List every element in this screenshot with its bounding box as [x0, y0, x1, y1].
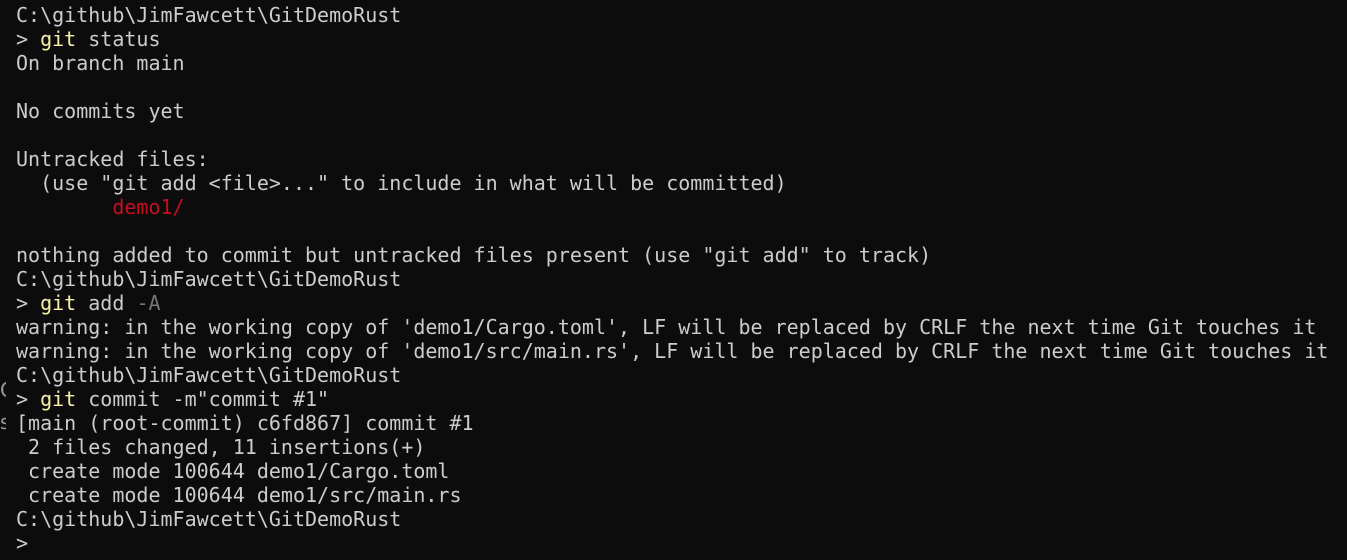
- background-window-fragment: s: [0, 410, 6, 434]
- output-line: 2 files changed, 11 insertions(+): [16, 435, 426, 459]
- command-args: status: [76, 27, 161, 51]
- untracked-file-name: demo1/: [112, 195, 185, 219]
- command-flag: -A: [136, 291, 161, 315]
- output-line: Untracked files:: [16, 147, 209, 171]
- output-line: nothing added to commit but untracked fi…: [16, 243, 932, 267]
- output-line: warning: in the working copy of 'demo1/C…: [16, 315, 1317, 339]
- output-line: create mode 100644 demo1/Cargo.toml: [16, 459, 450, 483]
- command-name: git: [40, 27, 77, 51]
- output-line: warning: in the working copy of 'demo1/s…: [16, 339, 1329, 363]
- prompt-symbol: >: [16, 291, 41, 315]
- output-line: No commits yet: [16, 99, 185, 123]
- prompt-path-line: C:\github\JimFawcett\GitDemoRust: [16, 267, 402, 291]
- prompt-symbol: >: [16, 387, 41, 411]
- command-name: git: [40, 387, 77, 411]
- prompt-path-line: C:\github\JimFawcett\GitDemoRust: [16, 3, 402, 27]
- command-args: add: [76, 291, 137, 315]
- background-window-fragment: C: [0, 378, 6, 402]
- command-line: > git add -A: [0, 291, 1347, 315]
- command-line: > git status: [0, 27, 1347, 51]
- terminal-window[interactable]: C:\github\JimFawcett\GitDemoRust > git st…: [0, 0, 1347, 560]
- output-line: create mode 100644 demo1/src/main.rs: [16, 483, 462, 507]
- command-args: commit -m"commit #1": [76, 387, 330, 411]
- command-line: > git commit -m"commit #1": [0, 387, 1347, 411]
- untracked-file-line: demo1/: [0, 195, 1347, 219]
- output-line: [main (root-commit) c6fd867] commit #1: [16, 411, 474, 435]
- prompt-path-line: C:\github\JimFawcett\GitDemoRust: [16, 507, 402, 531]
- output-line: On branch main: [16, 51, 185, 75]
- active-prompt[interactable]: >: [0, 531, 1347, 555]
- prompt-symbol: >: [16, 27, 41, 51]
- output-line: (use "git add <file>..." to include in w…: [16, 171, 787, 195]
- command-name: git: [40, 291, 77, 315]
- prompt-path-line: C:\github\JimFawcett\GitDemoRust: [16, 363, 402, 387]
